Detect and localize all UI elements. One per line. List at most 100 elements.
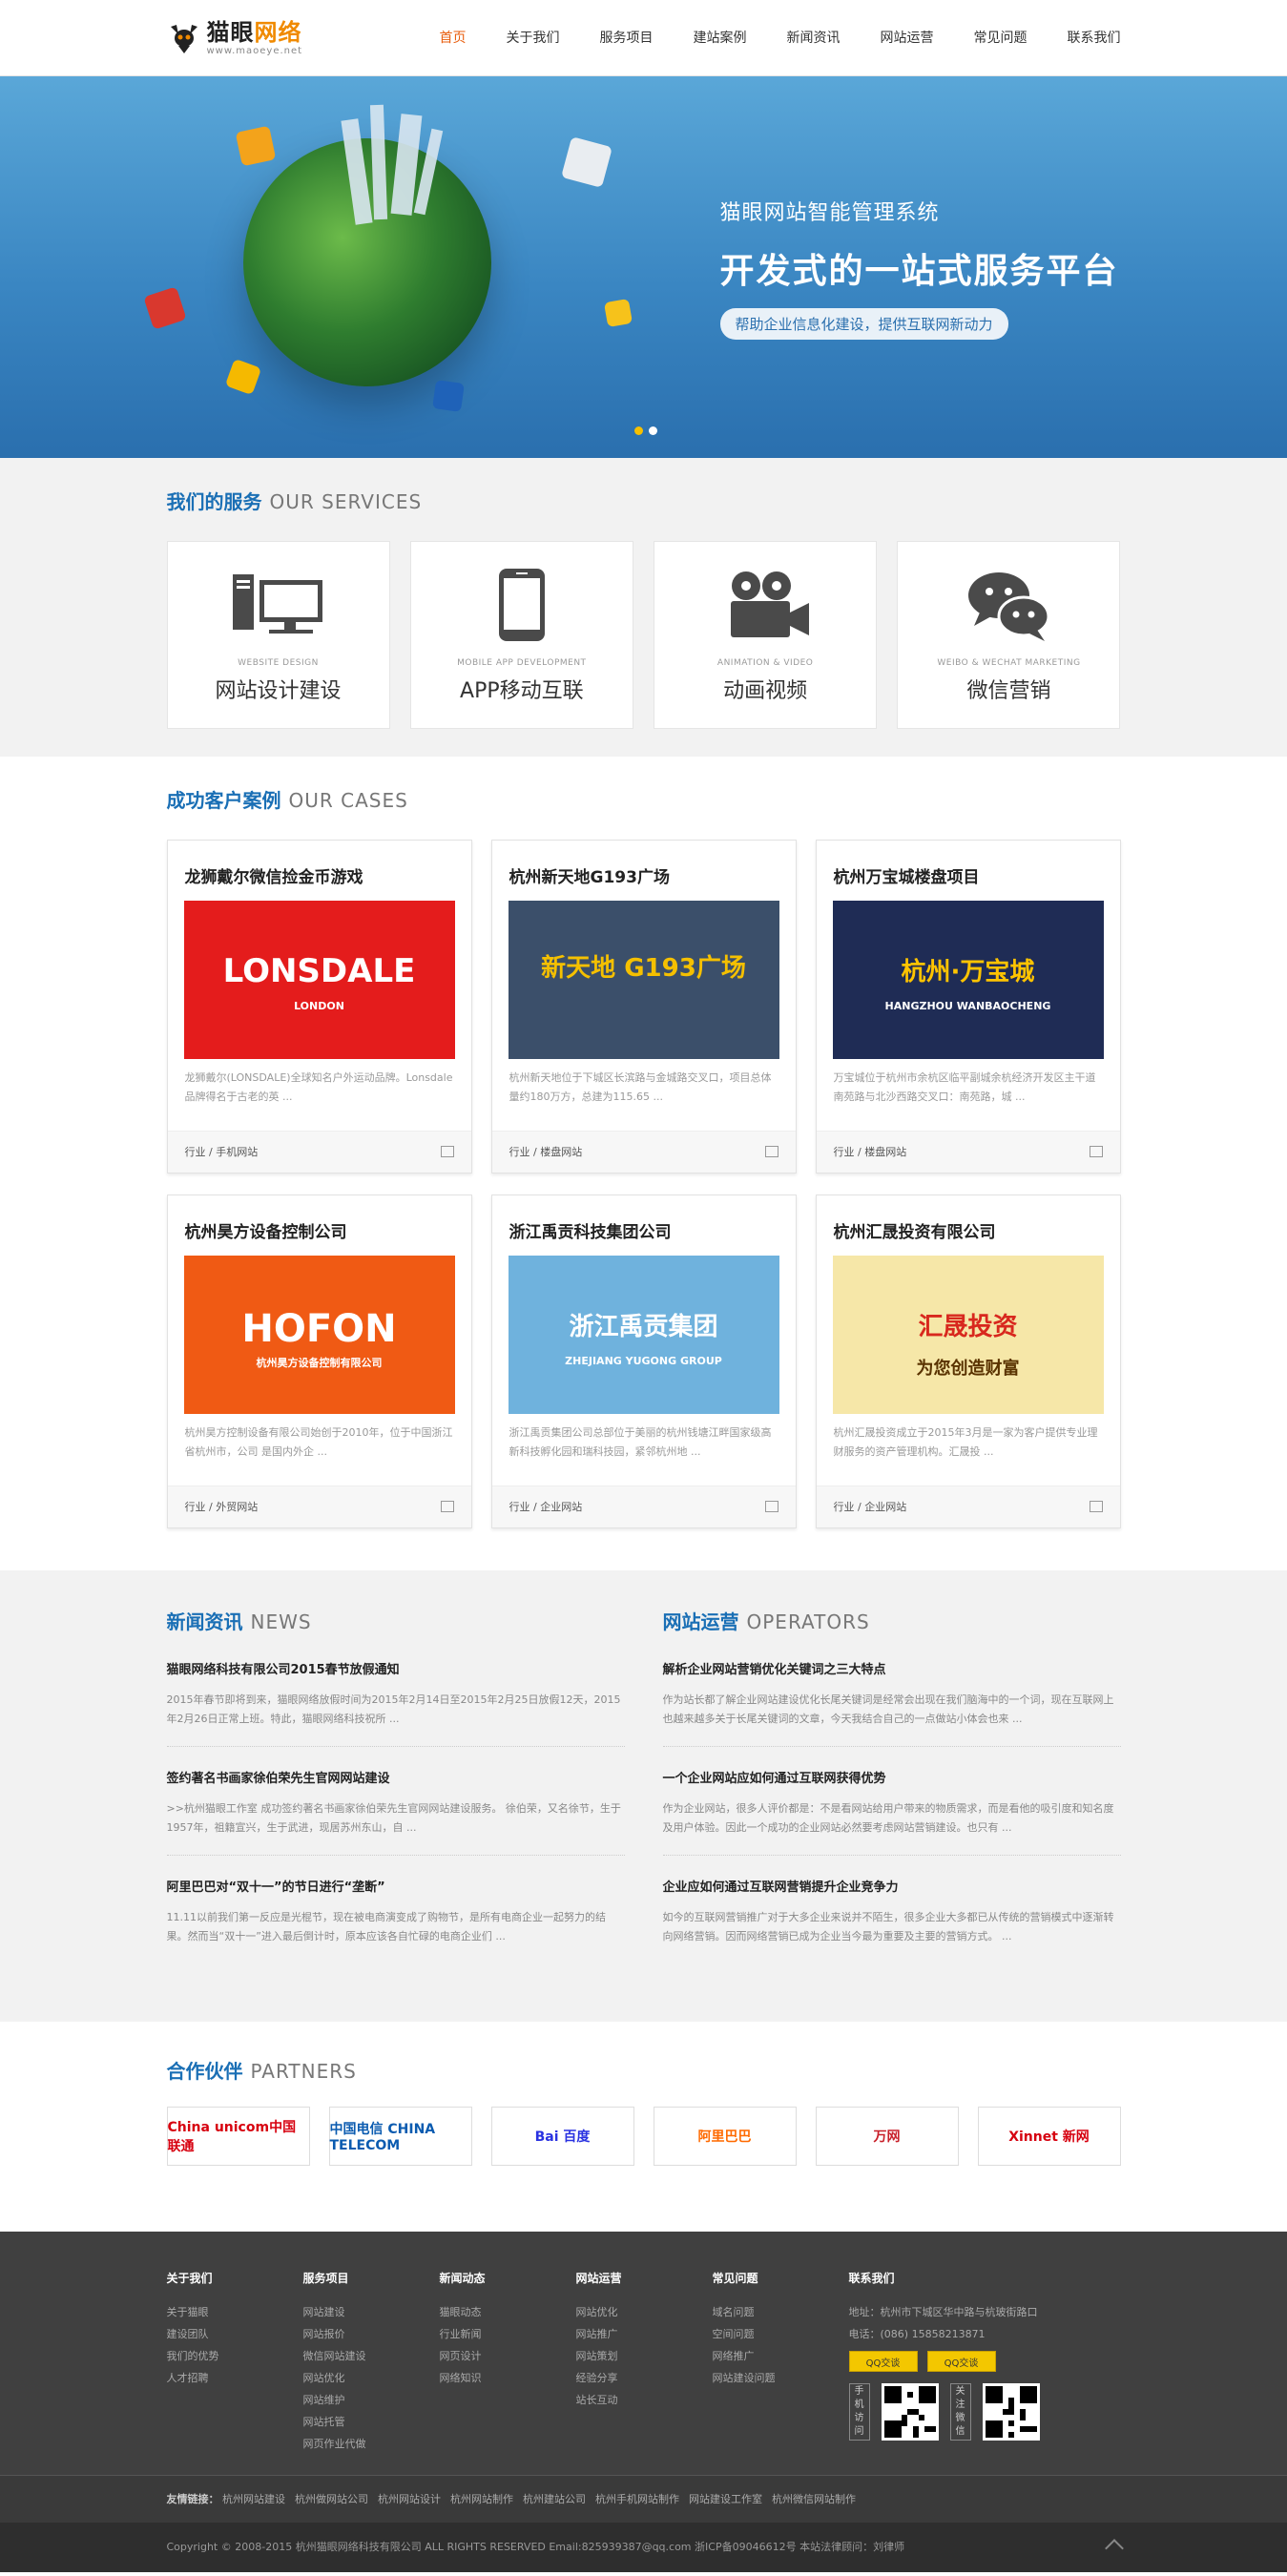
nav-item[interactable]: 首页 [440,0,467,76]
friend-link[interactable]: 杭州网站制作 [450,2493,513,2505]
footer-link[interactable]: 网站维护 [303,2389,440,2411]
friend-link[interactable]: 网站建设工作室 [689,2493,762,2505]
external-link-icon[interactable] [1089,1146,1103,1157]
footer-link[interactable]: 站长互动 [576,2389,713,2411]
external-link-icon[interactable] [1089,1501,1103,1512]
case-card[interactable]: 杭州新天地G193广场 新天地 G193广场 杭州新天地位于下城区长滨路与金城路交叉… [490,840,797,1174]
friend-link[interactable]: 杭州建站公司 [523,2493,586,2505]
banner-tagline: 帮助企业信息化建设，提供互联网新动力 [719,308,1008,340]
news-title-en: NEWS [250,1610,312,1633]
footer-link[interactable]: 网站策划 [576,2345,713,2367]
footer-link[interactable]: 网络知识 [440,2367,576,2389]
footer-link[interactable]: 人才招聘 [167,2367,303,2389]
external-link-icon[interactable] [764,1501,778,1512]
friend-link[interactable]: 杭州手机网站制作 [595,2493,679,2505]
case-image-subtext: HANGZHOU WANBAOCHENG [884,1000,1051,1012]
case-thumbnail[interactable]: HOFON 杭州昊方设备控制有限公司 [183,1256,455,1414]
footer-link[interactable]: 域名问题 [713,2301,849,2323]
nav-item[interactable]: 服务项目 [600,0,654,76]
friend-link[interactable]: 杭州网站设计 [378,2493,441,2505]
footer-link[interactable]: 网页设计 [440,2345,576,2367]
footer-link[interactable]: 建设团队 [167,2323,303,2345]
external-link-icon[interactable] [440,1146,454,1157]
back-to-top-icon[interactable] [1104,2539,1124,2558]
footer-link[interactable]: 经验分享 [576,2367,713,2389]
news-headline[interactable]: 签约著名书画家徐伯荣先生官网网站建设 [167,1768,625,1786]
case-title[interactable]: 浙江禹贡科技集团公司 [492,1195,796,1242]
case-card[interactable]: 杭州昊方设备控制公司 HOFON 杭州昊方设备控制有限公司 杭州昊方控制设备有限公司始… [166,1195,472,1528]
case-card[interactable]: 杭州万宝城楼盘项目 杭州·万宝城 HANGZHOU WANBAOCHENG 万宝城位于… [815,840,1121,1174]
footer-link[interactable]: 空间问题 [713,2323,849,2345]
slide-dot-1[interactable] [633,426,643,435]
case-footer: 行业 / 手机网站 [167,1131,471,1173]
footer-link[interactable]: 我们的优势 [167,2345,303,2367]
case-thumbnail[interactable]: 汇晟投资 为您创造财富 [832,1256,1104,1414]
service-card-app[interactable]: MOBILE APP DEVELOPMENT APP移动互联 [409,541,633,729]
partner-logo[interactable]: Bai 百度 [490,2107,634,2166]
case-title[interactable]: 龙狮戴尔微信捡金币游戏 [168,841,471,887]
footer-link[interactable]: 网站推广 [576,2323,713,2345]
news-headline[interactable]: 阿里巴巴对“双十一”的节日进行“垄断” [167,1877,625,1895]
case-card[interactable]: 杭州汇晟投资有限公司 汇晟投资 为您创造财富 杭州汇晟投资成立于2015年3月是一家为… [815,1195,1121,1528]
friend-link[interactable]: 杭州网站建设 [222,2493,285,2505]
case-title[interactable]: 杭州万宝城楼盘项目 [817,841,1120,887]
external-link-icon[interactable] [764,1146,778,1157]
footer-column-heading: 常见问题 [712,2272,758,2285]
news-headline[interactable]: 企业应如何通过互联网营销提升企业竞争力 [663,1877,1121,1895]
friend-link[interactable]: 杭州做网站公司 [295,2493,368,2505]
service-card-website[interactable]: WEBSITE DESIGN 网站设计建设 [166,541,390,729]
news-headline[interactable]: 一个企业网站应如何通过互联网获得优势 [663,1768,1121,1786]
footer-link[interactable]: 网站建设 [303,2301,440,2323]
case-thumbnail[interactable]: 浙江禹贡集团 ZHEJIANG YUGONG GROUP [508,1256,779,1414]
footer-link[interactable]: 行业新闻 [440,2323,576,2345]
footer-link[interactable]: 网页作业代做 [303,2433,440,2455]
news-headline[interactable]: 解析企业网站营销优化关键词之三大特点 [663,1659,1121,1677]
footer-link[interactable]: 网络推广 [713,2345,849,2367]
friend-link[interactable]: 杭州微信网站制作 [772,2493,856,2505]
footer-contact: 联系我们 地址：杭州市下城区华中路与杭玻街路口 电话：(086) 1585821… [848,2270,1121,2455]
footer-link[interactable]: 猫眼动态 [440,2301,576,2323]
case-card[interactable]: 龙狮戴尔微信捡金币游戏 LONSDALE LONDON 龙狮戴尔(LONSDALE)全… [166,840,472,1174]
friend-links-label: 友情链接： [166,2493,219,2505]
qq-chat-button[interactable]: QQ交谈 [926,2351,996,2372]
nav-item[interactable]: 建站案例 [694,0,747,76]
footer-link[interactable]: 网站报价 [303,2323,440,2345]
footer-link[interactable]: 网站优化 [576,2301,713,2323]
nav-item[interactable]: 网站运营 [881,0,934,76]
footer-link[interactable]: 关于猫眼 [167,2301,303,2323]
nav-item[interactable]: 新闻资讯 [787,0,841,76]
footer-link[interactable]: 网站建设问题 [713,2367,849,2389]
slide-dot-2[interactable] [648,426,657,435]
news-summary: 作为企业网站，很多人评价都是：不是看网站给用户带来的物质需求，而是看他的吸引度和… [662,1802,1114,1834]
cases-title-en: OUR CASES [288,789,408,812]
case-image-subtext: LONDON [294,1000,344,1012]
service-card-wechat[interactable]: WEIBO & WECHAT MARKETING 微信营销 [897,541,1121,729]
external-link-icon[interactable] [440,1501,454,1512]
partner-logo[interactable]: 中国电信 CHINA TELECOM [328,2107,472,2166]
partner-logo[interactable]: 万网 [815,2107,959,2166]
nav-item[interactable]: 联系我们 [1068,0,1121,76]
news-headline[interactable]: 猫眼网络科技有限公司2015春节放假通知 [167,1659,625,1677]
case-title[interactable]: 杭州昊方设备控制公司 [168,1195,471,1242]
service-cn-label: APP移动互联 [460,679,584,703]
qq-chat-button[interactable]: QQ交谈 [848,2351,918,2372]
footer-link[interactable]: 微信网站建设 [303,2345,440,2367]
case-card[interactable]: 浙江禹贡科技集团公司 浙江禹贡集团 ZHEJIANG YUGONG GROUP 浙江禹… [490,1195,797,1528]
case-thumbnail[interactable]: 杭州·万宝城 HANGZHOU WANBAOCHENG [832,901,1104,1059]
case-title[interactable]: 杭州新天地G193广场 [492,841,796,887]
partner-logo[interactable]: 阿里巴巴 [653,2107,797,2166]
case-thumbnail[interactable]: LONSDALE LONDON [183,901,455,1059]
partner-logo[interactable]: Xinnet 新网 [977,2107,1121,2166]
footer-column: 常见问题域名问题 空间问题 网络推广 网站建设问题 [713,2270,849,2455]
services-section: 我们的服务 OUR SERVICES WEBSITE DESIGN 网站设计建设 [0,458,1287,757]
service-cn-label: 动画视频 [723,679,808,703]
footer-link[interactable]: 网站优化 [303,2367,440,2389]
nav-item[interactable]: 关于我们 [507,0,560,76]
case-thumbnail[interactable]: 新天地 G193广场 [508,901,779,1059]
nav-item[interactable]: 常见问题 [974,0,1028,76]
case-title[interactable]: 杭州汇晟投资有限公司 [817,1195,1120,1242]
site-logo[interactable]: 猫眼网络 www.maoeye.net [167,17,303,59]
service-card-video[interactable]: ANIMATION & VIDEO 动画视频 [654,541,878,729]
partner-logo[interactable]: China unicom中国联通 [166,2107,310,2166]
footer-link[interactable]: 网站托管 [303,2411,440,2433]
